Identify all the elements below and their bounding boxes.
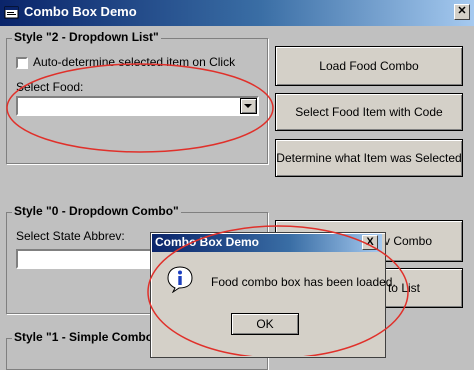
load-food-combo-button[interactable]: Load Food Combo (275, 46, 463, 86)
dialog-close-button[interactable]: X (362, 235, 378, 250)
frame-dropdown-combo-title: Style "0 - Dropdown Combo" (12, 204, 181, 218)
select-food-label: Select Food: (16, 80, 84, 94)
food-combo-dropdown-button[interactable] (240, 98, 257, 114)
information-icon (166, 265, 194, 294)
dialog-title: Combo Box Demo (155, 235, 260, 249)
dialog-message: Food combo box has been loaded. (211, 275, 396, 289)
app-icon (4, 6, 19, 19)
select-food-item-code-button[interactable]: Select Food Item with Code (275, 93, 463, 131)
frame-dropdown-list-title: Style "2 - Dropdown List" (12, 30, 161, 44)
chevron-down-icon (244, 104, 252, 108)
state-combo[interactable] (16, 249, 154, 269)
food-combo[interactable] (16, 96, 259, 116)
dialog-ok-button[interactable]: OK (231, 313, 299, 335)
window-title: Combo Box Demo (24, 4, 137, 19)
determine-selected-item-button[interactable]: Determine what Item was Selected (275, 139, 463, 177)
auto-determine-checkbox[interactable] (16, 57, 28, 69)
select-state-label: Select State Abbrev: (16, 229, 125, 243)
window-close-button[interactable]: ✕ (454, 4, 470, 20)
close-icon: X (366, 236, 374, 248)
auto-determine-label: Auto-determine selected item on Click (33, 55, 236, 69)
close-icon: ✕ (457, 5, 467, 17)
frame-simple-combo-title: Style "1 - Simple Combo" (12, 330, 161, 344)
